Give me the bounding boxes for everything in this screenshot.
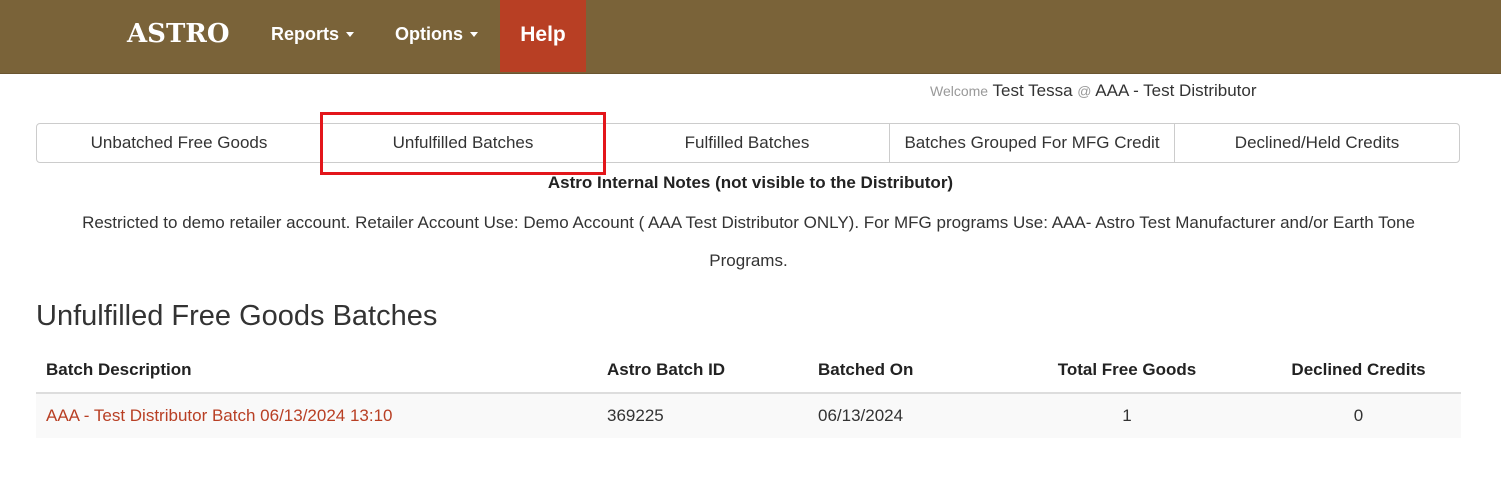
cell-total-free-goods: 1	[998, 393, 1256, 438]
tab-unfulfilled-batches[interactable]: Unfulfilled Batches	[321, 124, 605, 162]
internal-notes-title: Astro Internal Notes (not visible to the…	[547, 173, 954, 192]
batches-table: Batch Description Astro Batch ID Batched…	[36, 348, 1461, 438]
batch-link[interactable]: AAA - Test Distributor Batch 06/13/2024 …	[46, 406, 393, 425]
internal-notes-body: Restricted to demo retailer account. Ret…	[82, 213, 1415, 270]
cell-astro-batch-id: 369225	[597, 393, 808, 438]
welcome-at: @	[1077, 83, 1092, 99]
top-navbar: ASTRO Reports Options Help	[0, 0, 1501, 74]
options-menu[interactable]: Options	[395, 0, 478, 73]
batch-tabs: Unbatched Free Goods Unfulfilled Batches…	[36, 123, 1460, 163]
column-header-batched-on: Batched On	[808, 348, 998, 394]
column-header-declined-credits: Declined Credits	[1256, 348, 1461, 394]
astro-logo[interactable]: ASTRO	[127, 19, 230, 49]
chevron-down-icon	[470, 31, 478, 37]
tab-unbatched-free-goods[interactable]: Unbatched Free Goods	[37, 124, 321, 162]
cell-batch-description: AAA - Test Distributor Batch 06/13/2024 …	[36, 393, 597, 438]
table-header-row: Batch Description Astro Batch ID Batched…	[36, 348, 1461, 394]
tab-batches-grouped-mfg-credit[interactable]: Batches Grouped For MFG Credit	[889, 124, 1174, 162]
column-header-total-free-goods: Total Free Goods	[998, 348, 1256, 394]
cell-batched-on: 06/13/2024	[808, 393, 998, 438]
reports-menu-label: Reports	[271, 24, 340, 44]
cell-declined-credits: 0	[1256, 393, 1461, 438]
chevron-down-icon	[346, 31, 355, 37]
welcome-message: Welcome Test Tessa @ AAA - Test Distribu…	[930, 81, 1257, 101]
table-row: AAA - Test Distributor Batch 06/13/2024 …	[36, 393, 1461, 438]
column-header-batch-description: Batch Description	[36, 348, 597, 394]
tab-fulfilled-batches[interactable]: Fulfilled Batches	[605, 124, 889, 162]
help-button[interactable]: Help	[500, 0, 586, 72]
welcome-prefix: Welcome	[930, 83, 989, 99]
column-header-astro-batch-id: Astro Batch ID	[597, 348, 808, 394]
welcome-user: Test Tessa	[992, 81, 1073, 100]
reports-menu[interactable]: Reports	[271, 0, 355, 73]
options-menu-label: Options	[395, 24, 463, 44]
welcome-distributor: AAA - Test Distributor	[1095, 81, 1257, 100]
tab-declined-held-credits[interactable]: Declined/Held Credits	[1174, 124, 1459, 162]
page-title: Unfulfilled Free Goods Batches	[36, 300, 438, 332]
